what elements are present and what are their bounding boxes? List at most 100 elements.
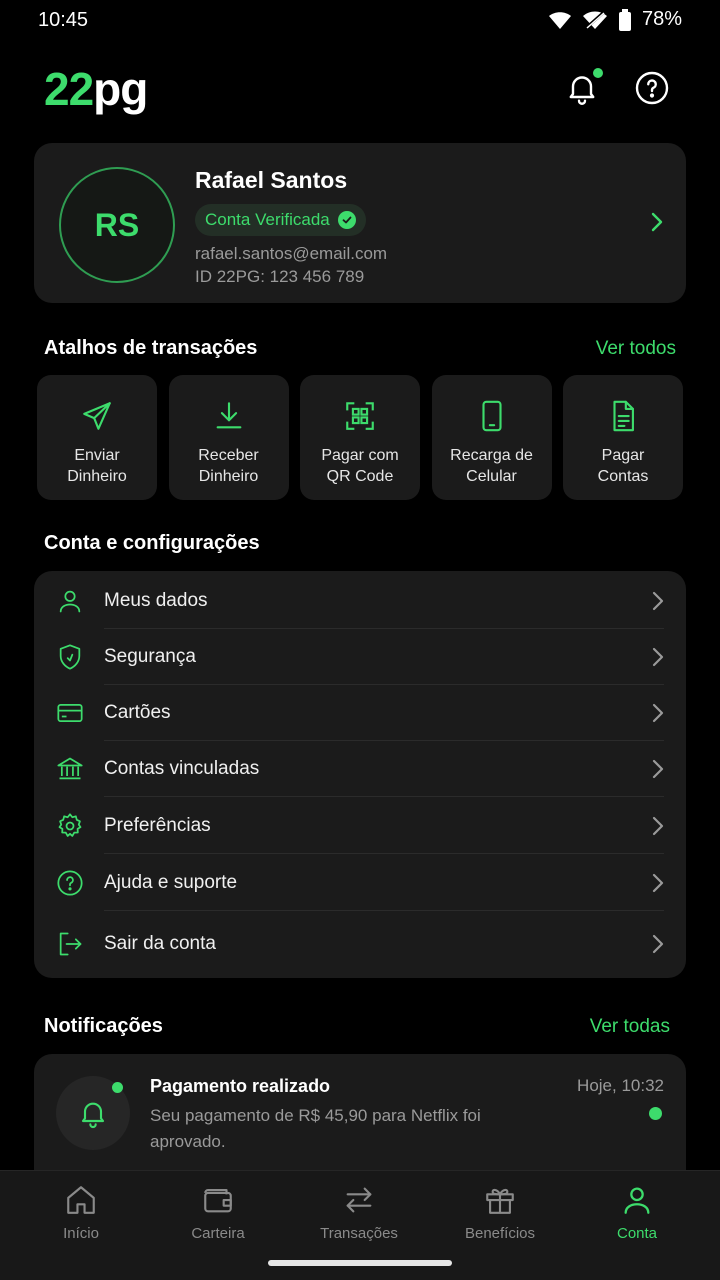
shortcut-label: Enviar Dinheiro	[67, 447, 127, 485]
logo-text: pg	[93, 63, 148, 115]
divider	[104, 853, 664, 854]
nav-label: Transações	[320, 1225, 398, 1242]
wallet-icon	[204, 1189, 232, 1213]
app-logo: 22pg	[44, 62, 148, 116]
status-bar: 10:45 78%	[0, 0, 720, 40]
battery-icon	[618, 8, 631, 31]
logout-icon	[59, 932, 82, 956]
chevron-right-icon	[652, 759, 664, 779]
divider	[104, 910, 664, 911]
nav-label: Início	[63, 1225, 99, 1242]
shortcut-pay-bills[interactable]: Pagar Contas	[563, 375, 683, 500]
settings-item-cards[interactable]: Cartões	[34, 685, 686, 741]
nav-item-account[interactable]: Conta	[577, 1183, 697, 1242]
shortcut-phone-recharge[interactable]: Recarga de Celular	[431, 375, 552, 500]
chevron-right-icon	[652, 703, 664, 723]
shortcuts-title: Atalhos de transações	[44, 337, 258, 359]
settings-title: Conta e configurações	[44, 532, 260, 554]
home-icon	[67, 1186, 95, 1214]
profile-email: rafael.santos@email.com	[195, 244, 388, 263]
unread-dot	[649, 1107, 662, 1120]
shield-icon	[59, 644, 81, 670]
nav-item-transactions[interactable]: Transações	[299, 1183, 419, 1242]
profile-id: ID 22PG: 123 456 789	[195, 267, 365, 286]
signal-icon	[582, 10, 607, 29]
wifi-icon	[548, 11, 571, 29]
home-indicator[interactable]	[268, 1260, 452, 1266]
gear-icon	[58, 813, 82, 837]
shortcut-receive-money[interactable]: Receber Dinheiro	[168, 375, 289, 500]
verified-badge: Conta Verificada	[195, 204, 366, 236]
header-actions	[564, 68, 670, 106]
shortcuts-row: Enviar Dinheiro Receber Dinheiro Pagar com…	[37, 375, 683, 500]
nav-item-benefits[interactable]: Benefícios	[440, 1183, 560, 1242]
nav-label: Carteira	[191, 1225, 245, 1242]
shortcut-send-money[interactable]: Enviar Dinheiro	[37, 375, 157, 500]
shortcut-pay-qr[interactable]: Pagar com QR Code	[300, 375, 420, 500]
settings-item-label: Segurança	[104, 646, 196, 667]
profile-name: Rafael Santos	[195, 167, 348, 193]
verified-label: Conta Verificada	[205, 210, 330, 229]
shortcuts-see-all-link[interactable]: Ver todos	[596, 338, 676, 360]
notifications-see-all-link[interactable]: Ver todas	[590, 1016, 670, 1038]
notifications-title: Notificações	[44, 1015, 163, 1037]
qr-code-icon	[346, 402, 374, 430]
settings-item-security[interactable]: Segurança	[34, 629, 686, 685]
bank-icon	[57, 757, 83, 780]
app-header: 22pg	[44, 62, 684, 122]
bell-icon	[81, 1102, 105, 1128]
profile-icon	[624, 1187, 650, 1214]
settings-item-label: Ajuda e suporte	[104, 872, 238, 893]
settings-item-preferences[interactable]: Preferências	[34, 798, 686, 854]
shortcut-label: Pagar com QR Code	[321, 447, 399, 485]
card-icon	[57, 703, 83, 723]
chevron-right-icon	[652, 591, 664, 611]
settings-item-label: Preferências	[104, 815, 211, 836]
help-circle-icon	[635, 71, 669, 105]
help-icon	[57, 870, 83, 896]
profile-card[interactable]: RS Rafael Santos Conta Verificada rafael…	[34, 143, 686, 303]
send-icon	[83, 402, 111, 430]
shortcut-label: Recarga de Celular	[450, 447, 533, 485]
check-icon	[337, 211, 356, 229]
settings-item-label: Sair da conta	[104, 933, 216, 954]
nav-label: Conta	[616, 1225, 658, 1242]
chevron-right-icon	[652, 816, 664, 836]
chevron-right-icon	[651, 212, 663, 232]
settings-item-my-data[interactable]: Meus dados	[34, 573, 686, 629]
nav-label: Benefícios	[464, 1225, 536, 1242]
shortcut-label: Receber Dinheiro	[198, 447, 259, 485]
download-icon	[216, 402, 241, 429]
nav-item-wallet[interactable]: Carteira	[158, 1183, 278, 1242]
document-icon	[613, 400, 634, 432]
chevron-right-icon	[652, 934, 664, 954]
settings-item-help[interactable]: Ajuda e suporte	[34, 855, 686, 911]
logo-number: 22	[44, 63, 94, 115]
notification-dot	[593, 68, 603, 78]
divider	[104, 796, 664, 797]
phone-icon	[481, 400, 502, 432]
settings-item-label: Cartões	[104, 702, 171, 723]
settings-card: Meus dados Segurança Cartões Contas vinc…	[34, 571, 686, 978]
settings-item-label: Meus dados	[104, 590, 208, 611]
chevron-right-icon	[652, 647, 664, 667]
gift-icon	[486, 1188, 514, 1214]
avatar: RS	[59, 167, 175, 283]
settings-item-label: Contas vinculadas	[104, 758, 260, 779]
settings-item-linked-accounts[interactable]: Contas vinculadas	[34, 741, 686, 797]
nav-item-home[interactable]: Início	[21, 1183, 141, 1242]
notifications-button[interactable]	[564, 68, 603, 106]
battery-percentage: 78%	[641, 8, 682, 30]
status-icons: 78%	[548, 8, 682, 31]
user-icon	[59, 590, 81, 613]
notification-avatar-dot	[112, 1082, 123, 1093]
chevron-right-icon	[652, 873, 664, 893]
help-button[interactable]	[634, 70, 670, 106]
shortcut-label: Pagar Contas	[597, 447, 649, 485]
notification-time: Hoje, 10:32	[577, 1076, 664, 1095]
notification-title: Pagamento realizado	[150, 1076, 331, 1096]
transfer-icon	[346, 1187, 372, 1213]
settings-item-logout[interactable]: Sair da conta	[34, 916, 686, 972]
notification-body: Seu pagamento de R$ 45,90 para Netflix f…	[150, 1106, 481, 1151]
status-time: 10:45	[38, 9, 89, 31]
